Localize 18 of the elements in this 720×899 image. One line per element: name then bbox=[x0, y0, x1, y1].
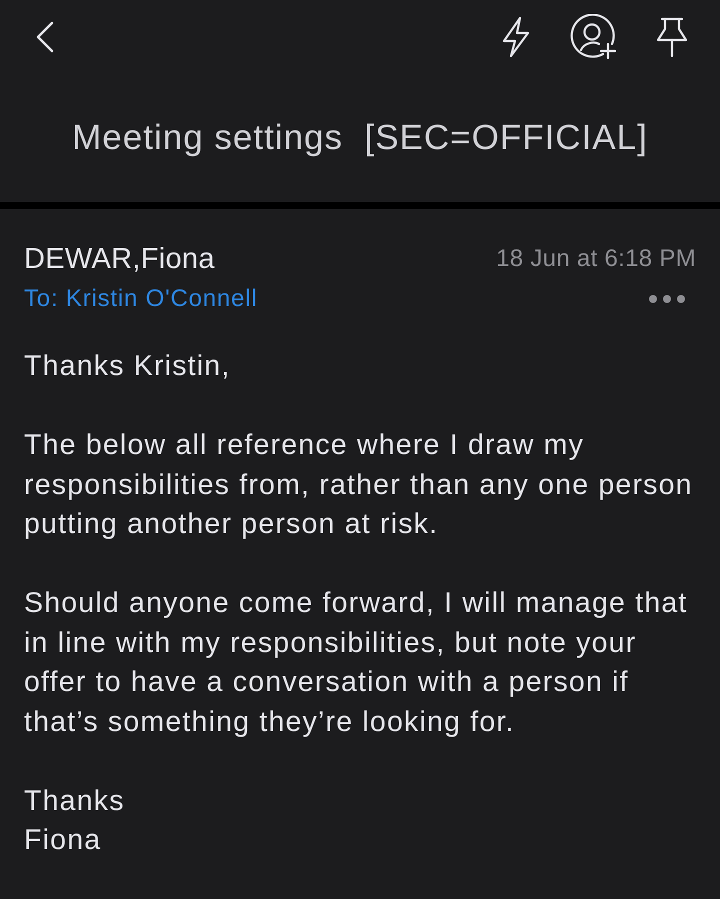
sent-time: 18 Jun at 6:18 PM bbox=[496, 244, 696, 274]
body-paragraph: The below all reference where I draw my responsibilities from, rather than any one person putting another person at risk. bbox=[24, 428, 693, 542]
pin-button[interactable] bbox=[654, 16, 690, 58]
body-paragraph: Thanks Kristin, bbox=[24, 349, 230, 384]
lightning-icon bbox=[500, 16, 532, 58]
back-button[interactable] bbox=[34, 20, 56, 54]
body-paragraph: Thanks Fiona bbox=[24, 784, 125, 858]
email-subject: Meeting settings [SEC=OFFICIAL] bbox=[72, 117, 648, 159]
sender-name: DEWAR,Fiona bbox=[24, 242, 215, 276]
lightning-button[interactable] bbox=[500, 16, 532, 58]
pin-icon bbox=[654, 16, 690, 58]
more-icon bbox=[648, 294, 686, 304]
body-paragraph: Should anyone come forward, I will manage that in line with my responsibilities, but note your offer to have a conversation with a person if that’s something they’re looking for. bbox=[24, 586, 688, 740]
chevron-left-icon bbox=[34, 20, 56, 54]
recipient-link[interactable]: To: Kristin O'Connell bbox=[24, 283, 258, 315]
more-button[interactable] bbox=[648, 294, 686, 304]
add-person-icon bbox=[570, 14, 616, 60]
add-person-button[interactable] bbox=[570, 14, 616, 60]
